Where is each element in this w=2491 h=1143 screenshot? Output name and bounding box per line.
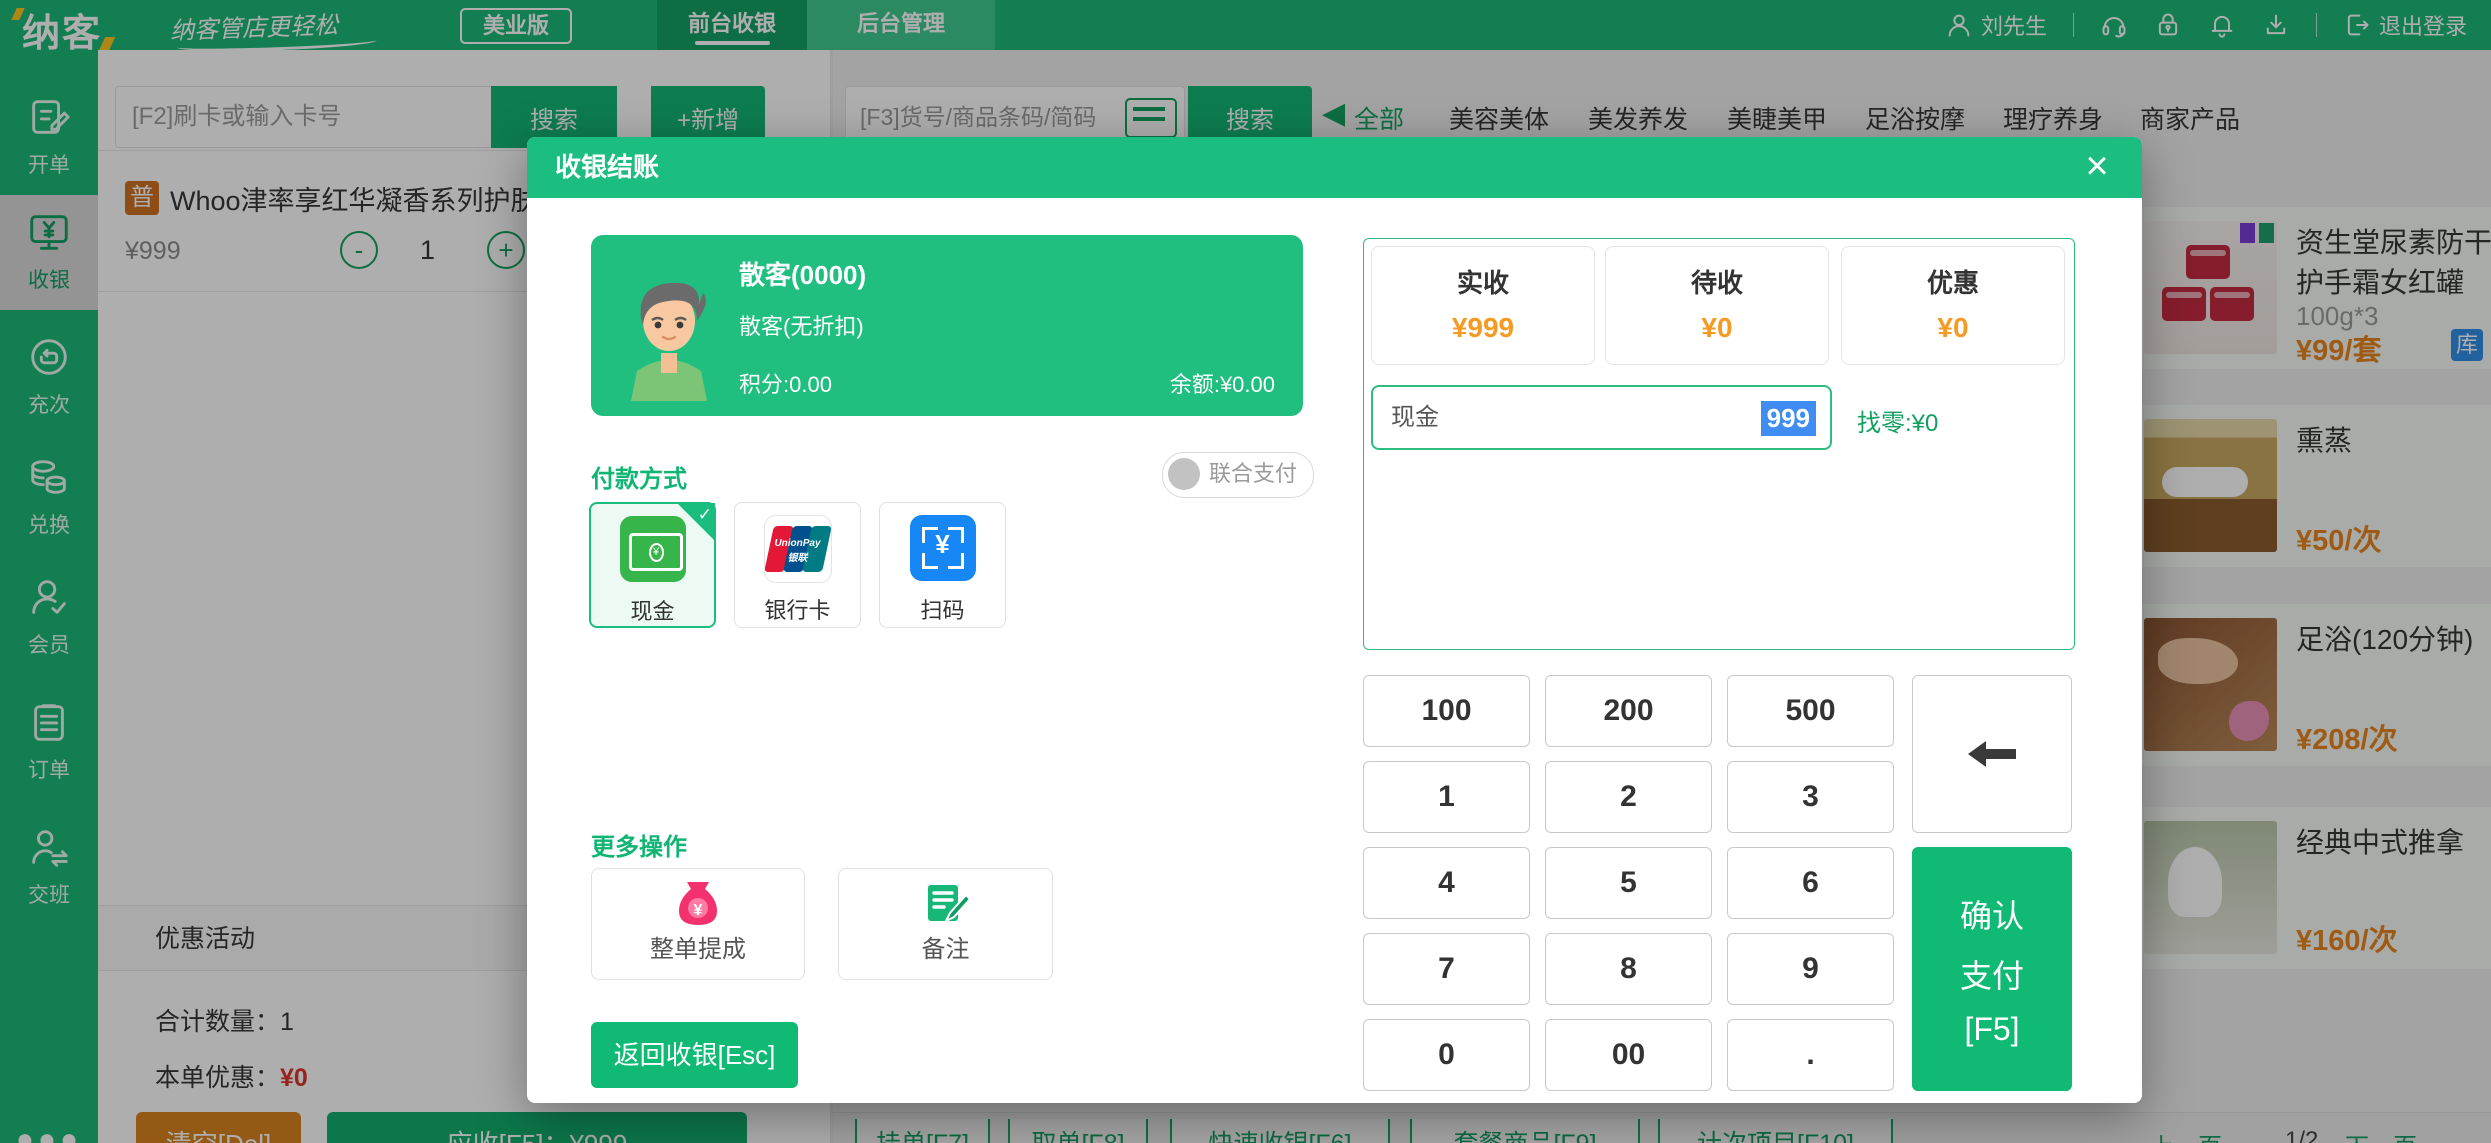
received-box: 实收 ¥999	[1371, 246, 1595, 365]
pending-value: ¥0	[1606, 312, 1828, 344]
balance-label: 余额:	[1170, 372, 1220, 397]
pending-label: 待收	[1606, 263, 1828, 300]
pay-method-label: 银行卡	[735, 593, 860, 625]
pay-method-label: 现金	[591, 594, 714, 626]
cash-amount-input[interactable]: 现金 999	[1371, 385, 1832, 450]
points-label: 积分:	[739, 372, 789, 397]
numpad-key-6[interactable]: 6	[1727, 847, 1894, 919]
customer-name: 散客(0000)	[739, 255, 866, 292]
customer-avatar	[627, 275, 711, 401]
numpad-key-9[interactable]: 9	[1727, 933, 1894, 1005]
more-item-label: 备注	[839, 929, 1052, 964]
svg-text:¥: ¥	[694, 902, 703, 919]
money-bag-icon: ¥	[592, 879, 804, 927]
more-section-label: 更多操作	[591, 827, 687, 862]
confirm-line: 支付	[1912, 951, 2072, 997]
backspace-arrow-icon	[1966, 737, 2018, 771]
numpad-key-200[interactable]: 200	[1545, 675, 1712, 747]
numpad-key-8[interactable]: 8	[1545, 933, 1712, 1005]
discount-label: 优惠	[1842, 263, 2064, 300]
change-due-label: 找零:¥0	[1857, 403, 1938, 438]
discount-value: ¥0	[1842, 312, 2064, 344]
cash-input-label: 现金	[1391, 387, 1439, 448]
cash-icon: ¥	[620, 516, 686, 582]
pay-method-bankcard[interactable]: UnionPay 银联 银行卡	[734, 502, 861, 628]
modal-header	[527, 137, 2142, 198]
close-icon[interactable]: ×	[2074, 143, 2120, 189]
numpad-key-7[interactable]: 7	[1363, 933, 1530, 1005]
whole-order-commission-button[interactable]: ¥ 整单提成	[591, 868, 805, 980]
discount-box: 优惠 ¥0	[1841, 246, 2065, 365]
received-value: ¥999	[1372, 312, 1594, 344]
joint-pay-label: 联合支付	[1209, 453, 1297, 495]
confirm-line: 确认	[1912, 891, 2072, 937]
cash-input-value-selected: 999	[1761, 401, 1816, 436]
payment-section-label: 付款方式	[591, 459, 687, 494]
checkout-modal: 收银结账 × 散客(0000) 散客(无折扣) 积分:0.00 余额:¥0.00…	[527, 137, 2142, 1103]
back-to-cashier-button[interactable]: 返回收银[Esc]	[591, 1022, 798, 1088]
received-label: 实收	[1372, 263, 1594, 300]
pos-app: 纳客 纳客管店更轻松 美业版 前台收银 后台管理 刘先生 退出登录	[0, 0, 2491, 1143]
numpad-key-2[interactable]: 2	[1545, 761, 1712, 833]
joint-pay-toggle[interactable]: 联合支付	[1162, 452, 1314, 498]
numpad-key-dot[interactable]: .	[1727, 1019, 1894, 1091]
backspace-button[interactable]	[1912, 675, 2072, 833]
numpad-key-0[interactable]: 0	[1363, 1019, 1530, 1091]
balance-value: ¥0.00	[1220, 372, 1275, 397]
customer-points: 积分:0.00	[739, 367, 832, 399]
modal-title: 收银结账	[555, 137, 659, 198]
pay-method-label: 扫码	[880, 593, 1005, 625]
numpad-key-00[interactable]: 00	[1545, 1019, 1712, 1091]
numpad-key-500[interactable]: 500	[1727, 675, 1894, 747]
unionpay-en: UnionPay	[774, 538, 820, 549]
numpad-key-1[interactable]: 1	[1363, 761, 1530, 833]
pending-box: 待收 ¥0	[1605, 246, 1829, 365]
numpad-key-100[interactable]: 100	[1363, 675, 1530, 747]
confirm-pay-button[interactable]: 确认 支付 [F5]	[1912, 847, 2072, 1091]
toggle-knob	[1168, 458, 1200, 490]
customer-card: 散客(0000) 散客(无折扣) 积分:0.00 余额:¥0.00	[591, 235, 1303, 416]
scan-qr-icon: ¥	[910, 515, 976, 581]
unionpay-cn: 银联	[788, 553, 808, 564]
note-pen-icon	[839, 879, 1052, 927]
customer-type: 散客(无折扣)	[739, 309, 864, 341]
numpad-key-4[interactable]: 4	[1363, 847, 1530, 919]
confirm-line: [F5]	[1912, 1011, 2072, 1048]
points-value: 0.00	[789, 372, 832, 397]
numpad-key-3[interactable]: 3	[1727, 761, 1894, 833]
customer-balance: 余额:¥0.00	[1170, 367, 1275, 399]
pay-method-cash[interactable]: ✓ ¥ 现金	[589, 502, 716, 628]
pay-method-scan[interactable]: ¥ 扫码	[879, 502, 1006, 628]
unionpay-icon: UnionPay 银联	[764, 515, 832, 583]
more-item-label: 整单提成	[592, 929, 804, 964]
numpad-key-5[interactable]: 5	[1545, 847, 1712, 919]
remark-button[interactable]: 备注	[838, 868, 1053, 980]
